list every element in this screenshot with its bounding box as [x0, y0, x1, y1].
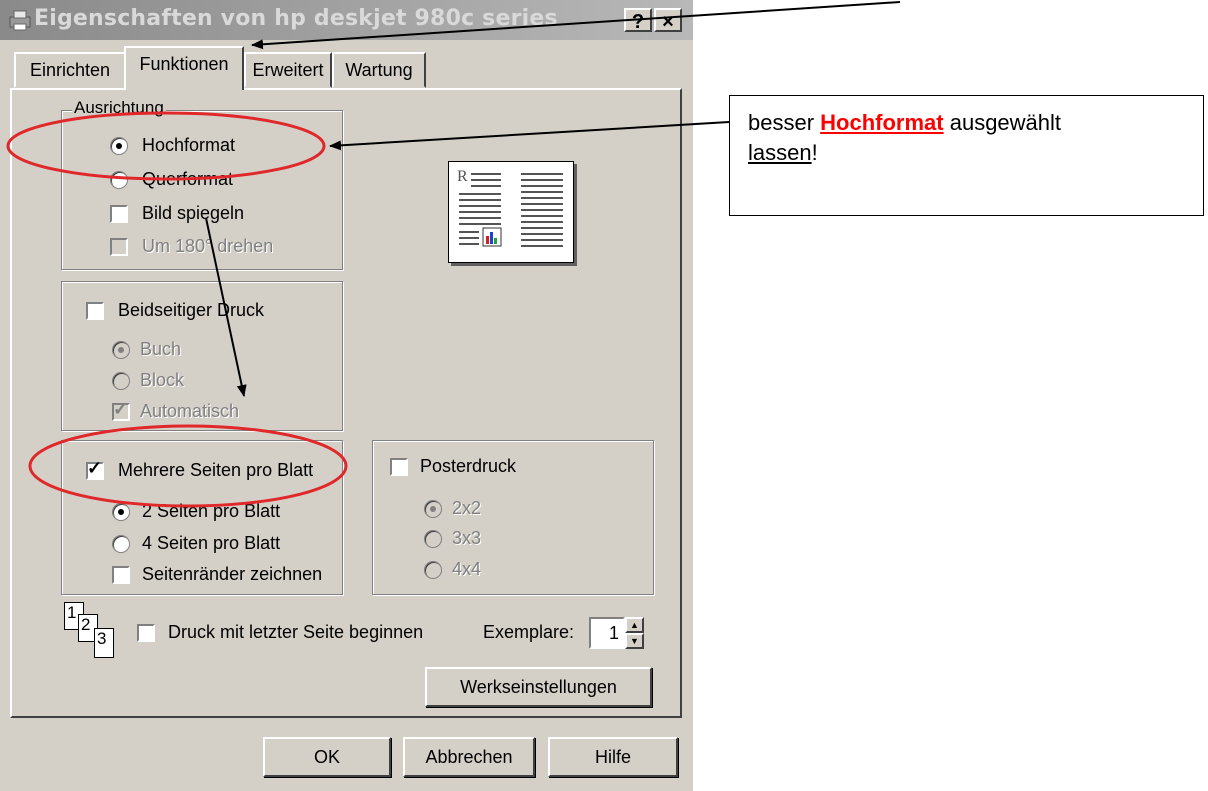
- tab-wartung[interactable]: Wartung: [332, 52, 426, 88]
- printer-properties-dialog: Eigenschaften von hp deskjet 980c series…: [0, 0, 693, 791]
- annotation-highlight: Hochformat: [820, 110, 944, 135]
- pages-per-sheet-label: Mehrere Seiten pro Blatt: [118, 460, 314, 480]
- tab-erweitert[interactable]: Erweitert: [244, 52, 332, 88]
- four-pages-label: 4 Seiten pro Blatt: [142, 533, 281, 553]
- annotation-text-1: besser: [748, 110, 821, 135]
- duplex-auto-label: Automatisch: [140, 401, 240, 421]
- two-pages-label: 2 Seiten pro Blatt: [142, 501, 281, 521]
- reverse-order-checkbox[interactable]: [137, 624, 155, 642]
- landscape-label: Querformat: [142, 169, 234, 189]
- printer-icon: [9, 10, 31, 31]
- annotation-text-5: !: [811, 140, 818, 165]
- duplex-block-radio: [112, 372, 130, 390]
- mirror-image-checkbox[interactable]: [110, 205, 128, 223]
- copies-down-icon[interactable]: ▼: [625, 633, 644, 649]
- page-order-digit-3: 3: [94, 628, 114, 658]
- duplex-block-label: Block: [140, 370, 185, 390]
- draw-borders-checkbox[interactable]: [112, 566, 130, 584]
- duplex-checkbox[interactable]: [86, 302, 104, 320]
- poster-checkbox[interactable]: [390, 458, 408, 476]
- copies-label: Exemplare:: [483, 622, 575, 642]
- duplex-auto-checkbox: ✓: [112, 399, 130, 421]
- title-bar[interactable]: Eigenschaften von hp deskjet 980c series…: [0, 0, 693, 40]
- portrait-label: Hochformat: [142, 135, 236, 155]
- ok-button[interactable]: OK: [263, 737, 391, 777]
- annotation-text-3: ausgewählt: [943, 110, 1062, 135]
- page-order-icon: 1 2 3: [64, 602, 128, 660]
- duplex-book-label: Buch: [140, 339, 182, 359]
- orientation-legend: Ausrichtung: [72, 98, 166, 118]
- copies-spinner[interactable]: ▲ ▼: [625, 617, 644, 649]
- draw-borders-label: Seitenränder zeichnen: [142, 564, 323, 584]
- copies-input[interactable]: 1: [589, 617, 625, 649]
- four-pages-radio[interactable]: [112, 535, 130, 553]
- close-button[interactable]: ×: [654, 8, 682, 33]
- portrait-radio[interactable]: [110, 137, 128, 155]
- annotation-callout: besser Hochformat ausgewählt lassen!: [729, 95, 1204, 216]
- preview-lines: [459, 173, 563, 247]
- pages-per-sheet-checkbox[interactable]: ✓: [86, 458, 104, 480]
- tab-funktionen[interactable]: Funktionen: [124, 46, 244, 90]
- rotate-180-label: Um 180° drehen: [142, 236, 274, 256]
- poster-4x4-radio: [424, 561, 442, 579]
- poster-2x2-radio: [424, 500, 442, 518]
- rotate-180-checkbox: [110, 238, 128, 256]
- annotation-text-4: lassen: [748, 140, 812, 165]
- duplex-book-radio: [112, 341, 130, 359]
- cancel-button[interactable]: Abbrechen: [403, 737, 535, 777]
- poster-3x3-radio: [424, 530, 442, 548]
- landscape-radio[interactable]: [110, 171, 128, 189]
- duplex-label: Beidseitiger Druck: [118, 300, 265, 320]
- annotation-text: besser Hochformat ausgewählt lassen!: [748, 108, 1061, 168]
- poster-2x2-label: 2x2: [452, 498, 482, 518]
- help-button[interactable]: Hilfe: [548, 737, 678, 777]
- window-title: Eigenschaften von hp deskjet 980c series: [34, 6, 558, 31]
- layout-preview: R: [448, 161, 574, 263]
- mirror-image-label: Bild spiegeln: [142, 203, 245, 223]
- reverse-order-label: Druck mit letzter Seite beginnen: [168, 622, 424, 642]
- poster-4x4-label: 4x4: [452, 559, 482, 579]
- poster-3x3-label: 3x3: [452, 528, 482, 548]
- copies-up-icon[interactable]: ▲: [625, 617, 644, 633]
- poster-label: Posterdruck: [420, 456, 517, 476]
- help-title-button[interactable]: ?: [624, 8, 652, 33]
- tab-einrichten[interactable]: Einrichten: [14, 52, 126, 88]
- defaults-button[interactable]: Werkseinstellungen: [425, 667, 652, 707]
- two-pages-radio[interactable]: [112, 503, 130, 521]
